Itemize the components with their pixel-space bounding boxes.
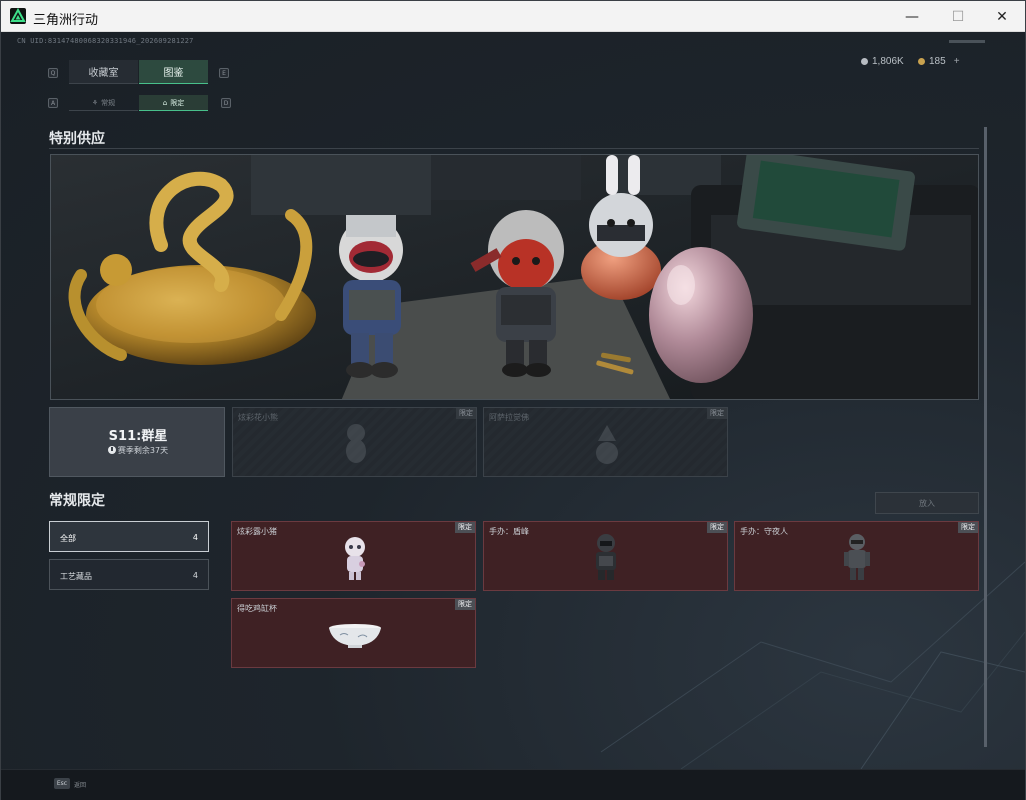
limited-tag: 限定 bbox=[456, 408, 476, 419]
filter-crafts[interactable]: 工艺藏品 4 bbox=[49, 559, 209, 590]
key-hint-a: A bbox=[48, 98, 58, 108]
gold-coin-icon bbox=[918, 57, 925, 65]
key-hint-q: Q bbox=[48, 68, 58, 78]
locked-item-label: 阿萨拉觉佛 bbox=[489, 413, 529, 422]
item-card[interactable]: 炫彩露小猪 限定 bbox=[231, 521, 476, 591]
porcelain-bowl-icon bbox=[329, 624, 381, 648]
season-name: S11:群星 bbox=[108, 429, 168, 444]
currency-gold-value: 185 bbox=[929, 55, 946, 67]
limited-tag: 限定 bbox=[455, 599, 475, 610]
currency-silver: 1,806K bbox=[861, 54, 904, 68]
silver-coin-icon bbox=[861, 57, 868, 65]
item-card[interactable]: 得吃鸡缸杯 限定 bbox=[231, 598, 476, 668]
tab-collection-room[interactable]: 收藏室 bbox=[69, 60, 138, 84]
armored-soldier-figure-icon bbox=[596, 534, 616, 580]
limited-tag: 限定 bbox=[958, 522, 978, 533]
limited-tag: 限定 bbox=[455, 522, 475, 533]
season-card[interactable]: S11:群星 赛季剩余37天 bbox=[49, 407, 225, 477]
top-right-decoration bbox=[949, 40, 985, 43]
minimize-button[interactable]: — bbox=[889, 1, 935, 32]
filter-count: 4 bbox=[192, 571, 198, 580]
background-decoration bbox=[600, 561, 1025, 769]
currency-gold[interactable]: 185 + bbox=[918, 54, 960, 68]
back-label[interactable]: 返回 bbox=[74, 780, 86, 789]
regular-tab-icon: ⚘ bbox=[91, 98, 99, 107]
bear-silhouette-icon bbox=[346, 424, 366, 463]
bottom-bar: Esc 返回 bbox=[1, 769, 1025, 800]
put-in-button[interactable]: 放入 bbox=[875, 492, 979, 514]
doll-figure-icon bbox=[345, 537, 365, 580]
item-label: 得吃鸡缸杯 bbox=[237, 604, 277, 613]
user-id-text: CN UID:8314748006832033194​6_2026092812​… bbox=[17, 37, 194, 45]
special-supply-banner[interactable] bbox=[50, 154, 979, 400]
item-label: 手办：守夜人 bbox=[740, 527, 788, 536]
tab-regular-label: 常规 bbox=[101, 98, 116, 107]
filter-label: 工艺藏品 bbox=[60, 572, 92, 581]
section-divider bbox=[49, 148, 979, 149]
limited-tag: 限定 bbox=[707, 522, 727, 533]
item-card[interactable]: 手办：守夜人 限定 bbox=[734, 521, 979, 591]
tab-catalog[interactable]: 图鉴 bbox=[139, 60, 208, 84]
scrollbar[interactable] bbox=[984, 127, 987, 747]
limited-tab-icon: ⌂ bbox=[162, 98, 168, 107]
add-currency-button[interactable]: + bbox=[954, 56, 960, 67]
season-remaining: 赛季剩余37天 bbox=[50, 445, 226, 456]
filter-count: 4 bbox=[192, 533, 198, 542]
game-viewport: CN UID:8314748006832033194​6_2026092812​… bbox=[1, 32, 1025, 769]
esc-key-hint[interactable]: Esc bbox=[54, 778, 70, 789]
tab-limited[interactable]: ⌂ 限定 bbox=[139, 95, 208, 111]
app-window: 三角洲行动 — ☐ ✕ CN UID:8314748006832033194​6… bbox=[0, 0, 1026, 800]
clock-icon bbox=[107, 446, 116, 454]
currency-silver-value: 1,806K bbox=[872, 55, 904, 67]
app-logo-icon bbox=[10, 8, 26, 24]
key-hint-e: E bbox=[219, 68, 229, 78]
item-label: 炫彩露小猪 bbox=[237, 527, 277, 536]
tab-limited-label: 限定 bbox=[170, 98, 185, 107]
tab-regular[interactable]: ⚘ 常规 bbox=[69, 95, 138, 111]
limited-tag: 限定 bbox=[707, 408, 727, 419]
close-button[interactable]: ✕ bbox=[979, 1, 1025, 32]
locked-item-card[interactable]: 炫彩花小熊 限定 bbox=[232, 407, 477, 477]
season-remaining-text: 赛季剩余37天 bbox=[117, 446, 169, 455]
item-label: 手办：盾峰 bbox=[489, 527, 529, 536]
filter-all[interactable]: 全部 4 bbox=[49, 521, 209, 552]
soldier-figure-icon bbox=[844, 534, 870, 580]
maximize-button[interactable]: ☐ bbox=[935, 1, 981, 32]
locked-item-label: 炫彩花小熊 bbox=[238, 413, 278, 422]
title-bar: 三角洲行动 — ☐ ✕ bbox=[1, 1, 1025, 32]
special-supply-title: 特别供应 bbox=[49, 131, 105, 147]
filter-label: 全部 bbox=[60, 534, 76, 543]
window-title: 三角洲行动 bbox=[33, 13, 99, 28]
key-hint-d: D bbox=[221, 98, 231, 108]
buddha-silhouette-icon bbox=[596, 425, 618, 464]
locked-item-card[interactable]: 阿萨拉觉佛 限定 bbox=[483, 407, 728, 477]
regular-limited-title: 常规限定 bbox=[49, 493, 105, 509]
item-card[interactable]: 手办：盾峰 限定 bbox=[483, 521, 728, 591]
